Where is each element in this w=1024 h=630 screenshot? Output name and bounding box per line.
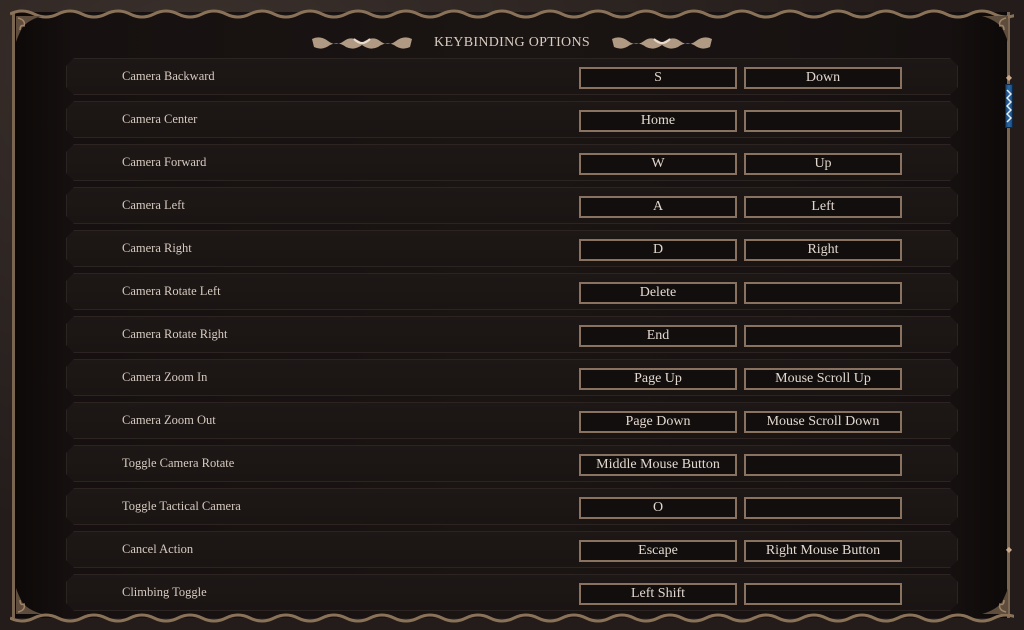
keybinding-row: Cancel Action Escape Right Mouse Button bbox=[66, 531, 958, 568]
keybinding-row: Camera Backward S Down bbox=[66, 58, 958, 95]
keybinding-row: Climbing Toggle Left Shift bbox=[66, 574, 958, 611]
primary-key-button[interactable]: Middle Mouse Button bbox=[579, 454, 737, 476]
secondary-key-button[interactable]: Right bbox=[744, 239, 902, 261]
keybinding-row: Camera Zoom In Page Up Mouse Scroll Up bbox=[66, 359, 958, 396]
action-label: Camera Backward bbox=[122, 69, 215, 83]
action-label: Cancel Action bbox=[122, 542, 194, 556]
page-title: KEYBINDING OPTIONS bbox=[434, 35, 590, 50]
action-label: Toggle Camera Rotate bbox=[122, 456, 235, 470]
top-border-ornament bbox=[10, 9, 1014, 19]
primary-key-button[interactable]: Escape bbox=[579, 540, 737, 562]
keybinding-row: Camera Rotate Right End bbox=[66, 316, 958, 353]
action-label: Camera Zoom Out bbox=[122, 413, 216, 427]
scroll-thumb[interactable] bbox=[1005, 84, 1013, 128]
action-label: Camera Zoom In bbox=[122, 370, 208, 384]
keybinding-row: Camera Forward W Up bbox=[66, 144, 958, 181]
scroll-up-icon[interactable]: ◆ bbox=[1005, 74, 1013, 82]
secondary-key-button[interactable] bbox=[744, 325, 902, 347]
keybinding-row: Toggle Camera Rotate Middle Mouse Button bbox=[66, 445, 958, 482]
secondary-key-button[interactable]: Mouse Scroll Down bbox=[744, 411, 902, 433]
title-bar: KEYBINDING OPTIONS bbox=[0, 28, 1024, 58]
primary-key-button[interactable]: D bbox=[579, 239, 737, 261]
keybinding-row: Camera Rotate Left Delete bbox=[66, 273, 958, 310]
action-label: Camera Rotate Left bbox=[122, 284, 221, 298]
action-label: Camera Left bbox=[122, 198, 185, 212]
keybinding-row: Camera Right D Right bbox=[66, 230, 958, 267]
primary-key-button[interactable]: End bbox=[579, 325, 737, 347]
primary-key-button[interactable]: Left Shift bbox=[579, 583, 737, 605]
secondary-key-button[interactable] bbox=[744, 583, 902, 605]
scroll-down-icon[interactable]: ◆ bbox=[1005, 546, 1013, 554]
ornament-icon bbox=[312, 37, 413, 49]
primary-key-button[interactable]: Page Down bbox=[579, 411, 737, 433]
primary-key-button[interactable]: S bbox=[579, 67, 737, 89]
keybinding-row: Camera Zoom Out Page Down Mouse Scroll D… bbox=[66, 402, 958, 439]
keybinding-row: Toggle Tactical Camera O bbox=[66, 488, 958, 525]
secondary-key-button[interactable] bbox=[744, 110, 902, 132]
action-label: Camera Forward bbox=[122, 155, 207, 169]
secondary-key-button[interactable]: Mouse Scroll Up bbox=[744, 368, 902, 390]
primary-key-button[interactable]: O bbox=[579, 497, 737, 519]
action-label: Toggle Tactical Camera bbox=[122, 499, 241, 513]
corner-ornament-icon bbox=[982, 588, 1008, 614]
secondary-key-button[interactable] bbox=[744, 497, 902, 519]
secondary-key-button[interactable]: Up bbox=[744, 153, 902, 175]
primary-key-button[interactable]: W bbox=[579, 153, 737, 175]
action-label: Camera Right bbox=[122, 241, 192, 255]
keybinding-list: Camera Backward S Down Camera Center Hom… bbox=[66, 58, 958, 617]
keybinding-row: Camera Left A Left bbox=[66, 187, 958, 224]
secondary-key-button[interactable]: Right Mouse Button bbox=[744, 540, 902, 562]
keybinding-row: Camera Center Home bbox=[66, 101, 958, 138]
action-label: Camera Center bbox=[122, 112, 198, 126]
ornament-icon bbox=[611, 37, 712, 49]
action-label: Camera Rotate Right bbox=[122, 327, 228, 341]
secondary-key-button[interactable]: Left bbox=[744, 196, 902, 218]
scrollbar[interactable]: ◆ ◆ bbox=[1004, 74, 1014, 554]
secondary-key-button[interactable] bbox=[744, 454, 902, 476]
primary-key-button[interactable]: A bbox=[579, 196, 737, 218]
primary-key-button[interactable]: Page Up bbox=[579, 368, 737, 390]
secondary-key-button[interactable] bbox=[744, 282, 902, 304]
corner-ornament-icon bbox=[16, 588, 42, 614]
primary-key-button[interactable]: Home bbox=[579, 110, 737, 132]
secondary-key-button[interactable]: Down bbox=[744, 67, 902, 89]
primary-key-button[interactable]: Delete bbox=[579, 282, 737, 304]
thumb-pattern-icon bbox=[1006, 89, 1012, 123]
action-label: Climbing Toggle bbox=[122, 585, 207, 599]
